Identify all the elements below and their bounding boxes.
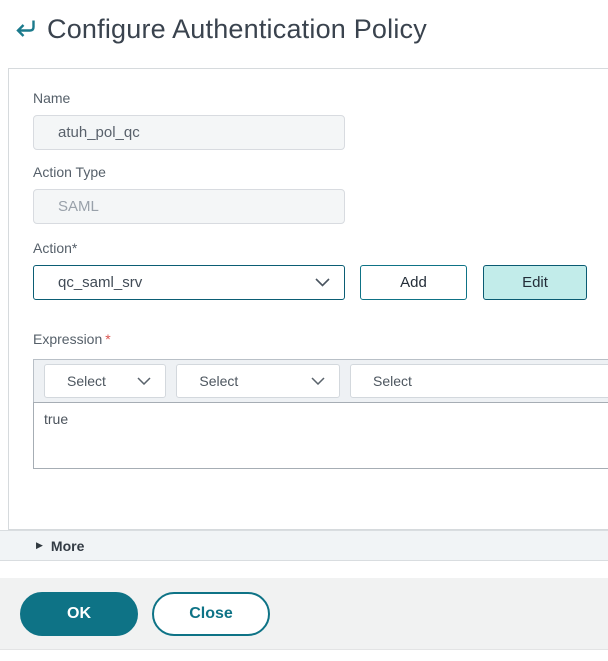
- expression-toolbar: Select Select Select: [33, 359, 608, 403]
- more-expander[interactable]: ▶ More: [0, 530, 608, 561]
- add-button[interactable]: Add: [360, 265, 467, 300]
- expression-select-2-value: Select: [199, 373, 238, 389]
- action-row: qc_saml_srv Add Edit: [33, 265, 608, 300]
- ok-button[interactable]: OK: [20, 592, 138, 636]
- chevron-down-icon: [311, 377, 325, 385]
- name-input: atuh_pol_qc: [33, 115, 345, 150]
- edit-button[interactable]: Edit: [483, 265, 587, 300]
- form-panel: Name atuh_pol_qc Action Type SAML Action…: [8, 68, 608, 530]
- expression-label: Expression*: [33, 331, 608, 347]
- action-select[interactable]: qc_saml_srv: [33, 265, 345, 300]
- back-arrow-icon: [12, 16, 38, 42]
- expression-label-text: Expression: [33, 331, 102, 347]
- close-button[interactable]: Close: [152, 592, 270, 636]
- required-asterisk: *: [105, 331, 110, 347]
- expression-select-3-value: Select: [373, 373, 412, 389]
- expression-select-3[interactable]: Select: [350, 364, 608, 398]
- configure-authentication-policy-screen: Configure Authentication Policy Name atu…: [0, 0, 608, 661]
- action-type-input: SAML: [33, 189, 345, 224]
- page-header: Configure Authentication Policy: [0, 0, 608, 58]
- expression-select-1[interactable]: Select: [44, 364, 166, 398]
- action-type-label: Action Type: [33, 164, 608, 180]
- expression-editor[interactable]: true: [33, 402, 608, 469]
- footer-bar: OK Close: [0, 578, 608, 650]
- page-title: Configure Authentication Policy: [47, 14, 427, 45]
- more-label: More: [51, 538, 84, 554]
- chevron-down-icon: [315, 278, 330, 287]
- name-label: Name: [33, 90, 608, 106]
- expression-select-1-value: Select: [67, 373, 106, 389]
- expander-triangle-icon: ▶: [36, 541, 43, 550]
- action-label: Action*: [33, 240, 608, 256]
- action-select-value: qc_saml_srv: [58, 274, 142, 291]
- chevron-down-icon: [137, 377, 151, 385]
- back-button[interactable]: [10, 14, 40, 44]
- expression-select-2[interactable]: Select: [176, 364, 340, 398]
